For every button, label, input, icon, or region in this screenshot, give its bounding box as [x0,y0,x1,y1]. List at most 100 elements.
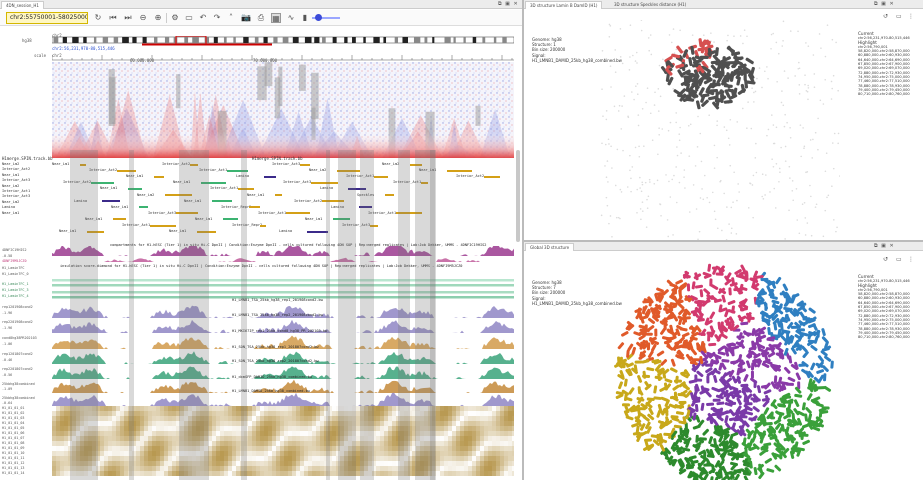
hic-heat-cell [492,436,496,441]
spin-feature-segment[interactable] [223,218,238,221]
hic-heat-cell [388,471,392,476]
hic-heat-cell [284,461,288,466]
hic-heat-cell [168,451,172,456]
chromatin-particle [661,128,664,130]
reset-view-icon-2[interactable]: ↺ [883,256,888,263]
grid-icon[interactable]: ▦ [271,13,281,23]
tab-lamin-damid[interactable]: 3D structure Lamin B DamID (H1) [525,1,603,9]
screenshot-icon[interactable]: ▭ [184,13,194,23]
hic-heat-cell [504,431,508,436]
3d-structure-global[interactable] [610,262,840,480]
hic-heat-cell [172,411,176,416]
hic-heat-cell [112,451,116,456]
reset-view-icon[interactable]: ↺ [883,13,888,20]
chromatin-particle [826,24,829,26]
hic-heat-cell [444,441,448,446]
forward-icon[interactable]: ⏭ [123,13,133,23]
hic-heat-cell [452,426,456,431]
3d-structure-lamin[interactable] [600,20,840,240]
hic-heat-cell [444,411,448,416]
spin-feature-segment[interactable] [139,206,148,209]
hic-heat-cell [512,431,514,436]
hic-heat-cell [388,441,392,446]
hic-heat-cell [320,431,324,436]
chromatin-particle [792,199,795,202]
spin-feature-segment[interactable] [113,218,126,221]
hic-heat-cell [316,451,320,456]
hic-heat-cell [164,436,168,441]
refresh-icon[interactable]: ↻ [93,13,103,23]
global-window-buttons[interactable]: ⧉ ▣ ✕ [874,243,895,250]
hic-heat-cell [488,451,492,456]
chromatin-particle [797,30,799,33]
hic-heat-cell [156,466,160,471]
hic-heat-cell [288,456,292,461]
more-options-icon-2[interactable]: ⋮ [908,256,914,263]
hic-contact-heatmap[interactable] [52,62,514,158]
spin-feature-segment[interactable] [286,212,310,215]
chromatin-particle [743,29,746,31]
up-icon[interactable]: ˄ [226,13,236,23]
hic-heat-cell [280,466,284,471]
spin-feature-segment[interactable] [385,194,394,196]
hic-heat-cell [500,436,504,441]
chromatin-particle [812,138,814,141]
back-icon[interactable]: ⏮ [108,13,118,23]
hic-heat-cell [56,431,60,436]
chromatin-particle [687,124,690,127]
signal-tracks[interactable] [52,246,514,480]
spin-feature-segment[interactable] [212,200,232,203]
screenshot-3d-icon[interactable]: ▭ [896,13,902,20]
more-options-icon[interactable]: ⋮ [908,13,914,20]
struct-window-buttons[interactable]: ⧉ ▣ ✕ [874,1,895,8]
undo-icon[interactable]: ↶ [198,13,208,23]
spin-feature-segment[interactable] [300,163,310,166]
zoom-out-icon[interactable]: ⊖ [138,13,148,23]
spin-feature-segment[interactable] [307,230,328,233]
left-tab-bar: 4DN_session_H1 ⧉ ▣ ✕ [0,0,522,9]
hic-heat-cell [152,441,156,446]
hic-heat-cell [464,411,468,416]
hic-heat-cell [288,451,292,456]
hic-heat-cell [280,451,284,456]
hic-heat-cell [308,421,312,426]
ruler-icon[interactable]: ∿ [286,13,296,23]
spin-feature-segment[interactable] [275,194,282,196]
chromosome-ideogram[interactable] [52,36,514,46]
hic-heat-cell [292,406,296,411]
hic-heat-cell [392,471,396,476]
settings-icon[interactable]: ⚙ [170,13,180,23]
locus-input[interactable]: chr2:55750001-58025000,chr2:1 [6,12,88,24]
ideogram-band [263,37,268,43]
spin-feature-segment[interactable] [484,175,500,178]
spin-feature-segment[interactable] [102,200,120,203]
tab-speckles-distance[interactable]: 3D structure Speckles distance (H1) [610,1,690,9]
redo-icon[interactable]: ↷ [212,13,222,23]
hic-heat-cell [148,456,152,461]
hic-heat-cell [104,411,108,416]
vertical-scrollbar[interactable] [516,150,520,242]
hic-heat-cell [124,451,128,456]
spin-feature-segment[interactable] [374,175,388,178]
spin-feature-segment[interactable] [154,175,164,178]
screenshot-3d-icon-2[interactable]: ▭ [896,256,902,263]
spin-feature-segment[interactable] [249,206,260,209]
spin-feature-segment[interactable] [264,175,276,178]
ideogram-band [402,37,408,43]
tab-4dn-session[interactable]: 4DN_session_H1 [1,1,44,9]
hic-heat-cell [500,441,504,446]
camera-icon[interactable]: 📷 [241,13,251,23]
chromatin-particle [672,88,675,90]
zoom-slider-handle[interactable] [315,14,322,21]
spin-feature-segment[interactable] [447,169,472,172]
chromatin-segment [706,331,715,335]
highlight-icon[interactable]: ▮ [300,13,310,23]
spin-feature-segment[interactable] [150,224,176,227]
left-window-buttons[interactable]: ⧉ ▣ ✕ [498,1,519,8]
spin-feature-segment[interactable] [311,181,338,184]
tab-global-3d[interactable]: Global 3D structure [525,243,575,251]
zoom-in-icon[interactable]: ⊕ [153,13,163,23]
print-icon[interactable]: ⎙ [256,13,266,23]
spin-feature-segment[interactable] [260,224,266,227]
hic-heat-cell [376,411,380,416]
